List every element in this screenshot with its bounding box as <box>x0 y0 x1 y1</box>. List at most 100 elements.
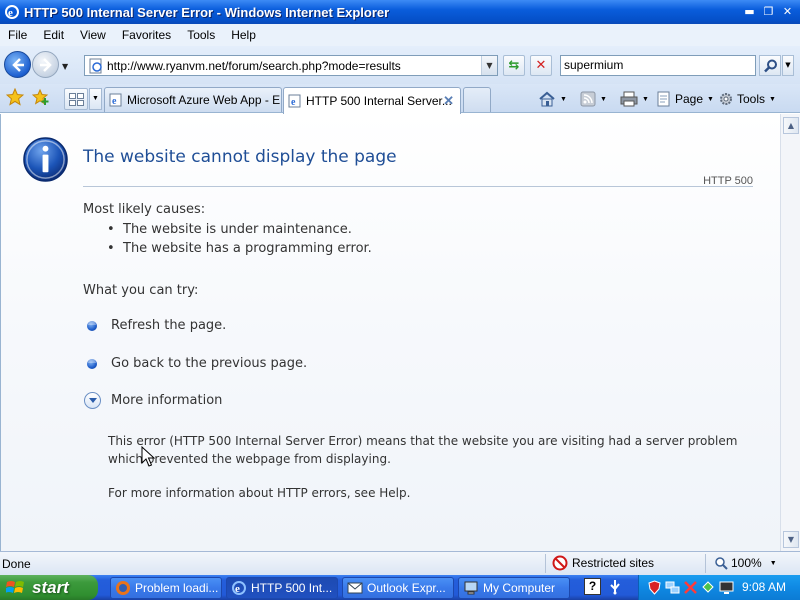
tab-http-500[interactable]: e HTTP 500 Internal Server... ✕ <box>283 87 461 114</box>
feeds-button[interactable]: ▼ <box>580 88 607 110</box>
search-input[interactable]: supermium <box>560 55 756 76</box>
svg-text:e: e <box>291 97 296 108</box>
home-button[interactable]: ▼ <box>538 88 567 110</box>
menu-edit[interactable]: Edit <box>35 24 72 46</box>
forward-arrow-icon <box>40 58 52 72</box>
tools-menu-button[interactable]: Tools ▼ <box>718 88 776 110</box>
page-menu-button[interactable]: Page ▼ <box>656 88 714 110</box>
back-button[interactable] <box>4 51 31 78</box>
status-divider <box>705 554 706 573</box>
restricted-zone-icon <box>552 555 568 571</box>
menu-view[interactable]: View <box>72 24 114 46</box>
go-back-link[interactable]: Go back to the previous page. <box>87 356 307 371</box>
page-menu-label: Page <box>675 92 704 106</box>
refresh-button[interactable]: ⇆ <box>503 55 525 76</box>
quick-tabs-button[interactable] <box>64 88 88 110</box>
help-text: For more information about HTTP errors, … <box>108 486 411 500</box>
tools-menu-label: Tools <box>737 92 766 106</box>
cause-item: The website has a programming error. <box>107 241 372 256</box>
address-field[interactable]: http://www.ryanvm.net/forum/search.php?m… <box>84 55 498 76</box>
taskbar-item[interactable]: Problem loadi... <box>110 577 222 599</box>
ie-page-icon: e <box>109 93 122 107</box>
scroll-down-button[interactable]: ▼ <box>783 531 799 548</box>
more-information-label[interactable]: More information <box>111 393 222 408</box>
network-icon[interactable] <box>665 580 680 595</box>
taskbar-item[interactable]: My Computer <box>458 577 570 599</box>
tab-azure[interactable]: e Microsoft Azure Web App - E... <box>104 87 282 112</box>
favorites-star-icon[interactable] <box>6 88 24 106</box>
tools-dropdown[interactable]: ▼ <box>769 96 776 103</box>
menu-tools[interactable]: Tools <box>179 24 223 46</box>
start-button[interactable]: start <box>0 575 98 600</box>
display-icon[interactable] <box>719 580 734 595</box>
svg-text:e: e <box>235 583 240 595</box>
try-heading: What you can try: <box>83 283 199 298</box>
feeds-icon <box>580 91 596 107</box>
page-content: The website cannot display the page HTTP… <box>0 114 780 551</box>
search-icon <box>764 59 777 73</box>
help-icon[interactable]: ? <box>584 578 601 595</box>
status-bar: Done Restricted sites 100% ▼ <box>0 551 800 575</box>
close-tab-icon[interactable]: ✕ <box>443 93 454 109</box>
home-dropdown[interactable]: ▼ <box>560 96 567 103</box>
tab-bar: ▼ e Microsoft Azure Web App - E... e HTT… <box>0 84 800 114</box>
back-arrow-icon <box>12 58 24 72</box>
gear-icon <box>720 93 732 105</box>
add-favorites-icon[interactable] <box>32 88 50 106</box>
search-options-dropdown[interactable]: ▼ <box>782 55 794 76</box>
tab-list-dropdown[interactable]: ▼ <box>89 88 102 110</box>
scroll-up-button[interactable]: ▲ <box>783 117 799 134</box>
quick-tabs-icon <box>69 93 84 106</box>
page-dropdown[interactable]: ▼ <box>707 96 714 103</box>
system-tray: 9:08 AM <box>638 575 800 600</box>
home-icon <box>539 91 555 107</box>
url-text[interactable]: http://www.ryanvm.net/forum/search.php?m… <box>107 59 481 73</box>
minimize-button[interactable]: ▬ <box>741 3 758 20</box>
window-title: HTTP 500 Internal Server Error - Windows… <box>24 4 390 20</box>
more-information-toggle[interactable]: More information <box>84 392 222 409</box>
address-dropdown[interactable]: ▼ <box>481 56 497 75</box>
page-title: The website cannot display the page <box>83 147 397 167</box>
recent-pages-dropdown[interactable]: ▼ <box>62 62 68 71</box>
address-toolbar: ▼ http://www.ryanvm.net/forum/search.php… <box>0 46 800 84</box>
causes-heading: Most likely causes: <box>83 202 206 217</box>
print-dropdown[interactable]: ▼ <box>642 96 649 103</box>
forward-button[interactable] <box>32 51 59 78</box>
blue-bullet-icon <box>87 320 97 331</box>
page-icon <box>657 91 670 107</box>
print-button[interactable]: ▼ <box>620 88 649 110</box>
feeds-dropdown[interactable]: ▼ <box>600 96 607 103</box>
tab-label: Microsoft Azure Web App - E... <box>127 93 281 107</box>
stop-button[interactable]: ✕ <box>530 55 552 76</box>
taskbar-item[interactable]: Outlook Expr... <box>342 577 454 599</box>
blue-bullet-icon <box>87 358 97 369</box>
menu-file[interactable]: File <box>0 24 35 46</box>
new-tab-button[interactable] <box>463 87 491 112</box>
zoom-dropdown[interactable]: ▼ <box>770 560 777 567</box>
security-zone[interactable]: Restricted sites <box>552 555 654 571</box>
vertical-scrollbar[interactable]: ▲ ▼ <box>780 114 800 551</box>
info-icon <box>23 137 68 182</box>
chevron-down-icon[interactable] <box>84 392 101 409</box>
menu-favorites[interactable]: Favorites <box>114 24 179 46</box>
taskbar-item[interactable]: e HTTP 500 Int... <box>226 577 338 599</box>
taskbar: start Problem loadi... e HTTP 500 Int...… <box>0 575 800 600</box>
security-alert-icon[interactable] <box>683 580 698 595</box>
svg-text:e: e <box>112 96 117 107</box>
status-divider <box>545 554 546 573</box>
svg-text:e: e <box>8 7 13 19</box>
search-button[interactable] <box>759 55 781 76</box>
refresh-page-link[interactable]: Refresh the page. <box>87 318 226 333</box>
shield-icon[interactable] <box>647 580 662 595</box>
go-back-text[interactable]: Go back to the previous page. <box>111 356 307 371</box>
restore-button[interactable]: ❐ <box>760 3 777 20</box>
page-icon <box>89 58 102 73</box>
error-detail-text: This error (HTTP 500 Internal Server Err… <box>108 434 738 466</box>
menu-help[interactable]: Help <box>223 24 264 46</box>
zoom-control[interactable]: 100% ▼ <box>714 556 777 570</box>
refresh-page-text[interactable]: Refresh the page. <box>111 318 226 333</box>
usb-icon[interactable] <box>606 579 624 595</box>
sync-icon[interactable] <box>701 580 716 595</box>
clock[interactable]: 9:08 AM <box>742 580 786 594</box>
close-button[interactable]: ✕ <box>779 3 796 20</box>
